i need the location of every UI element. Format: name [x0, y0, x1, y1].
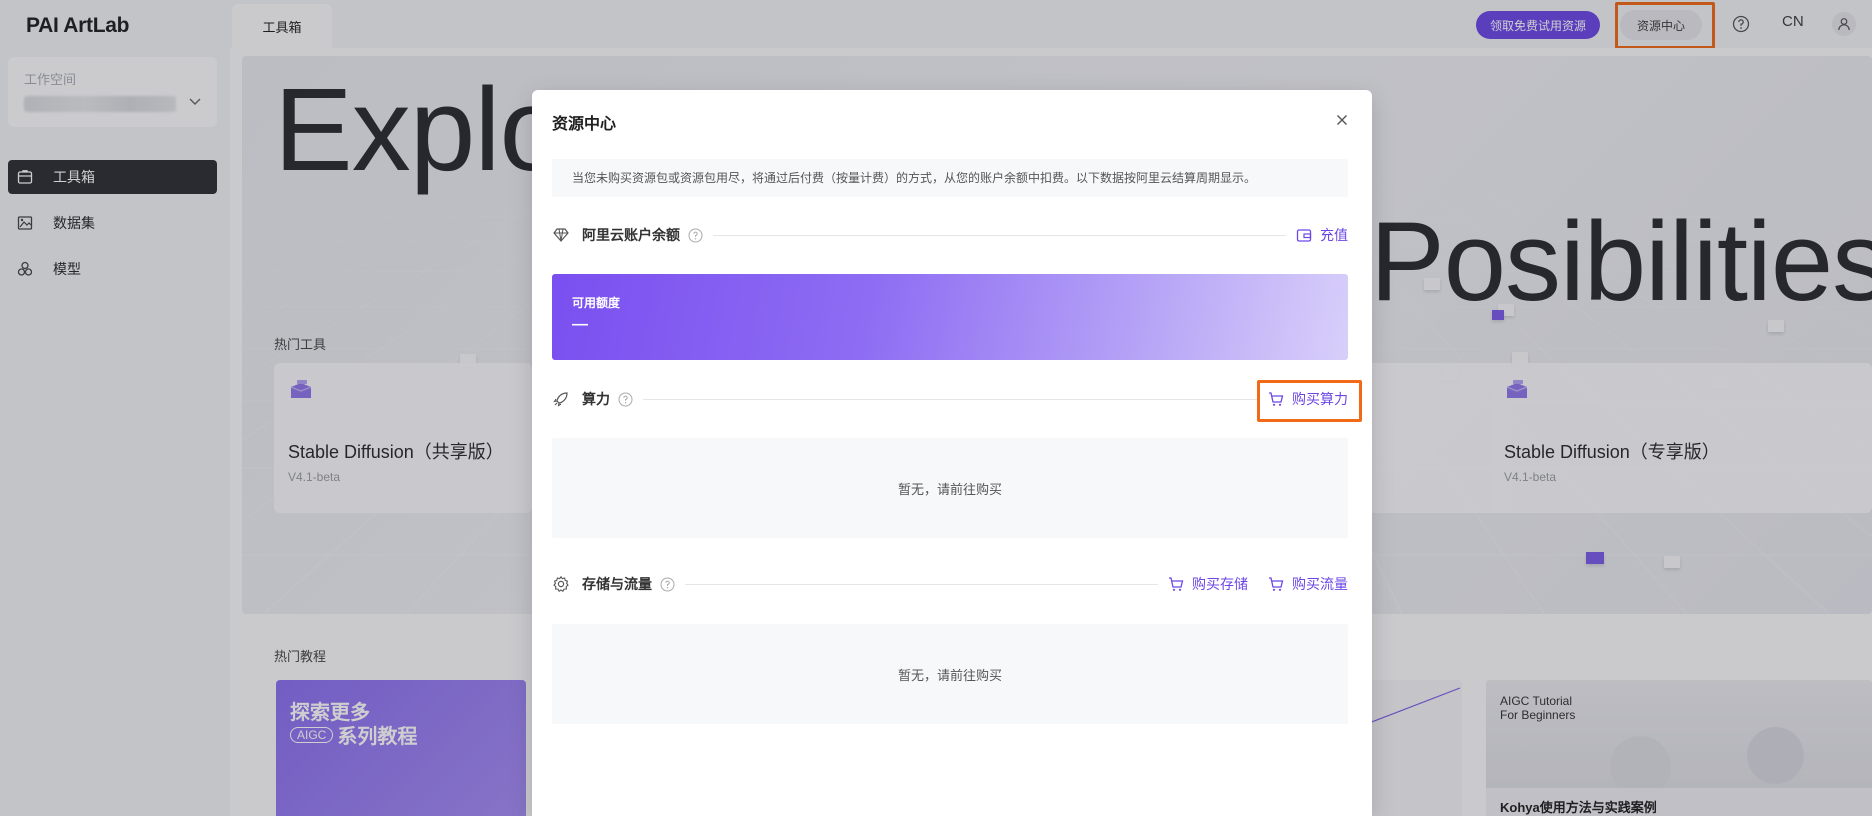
compute-empty-state: 暂无，请前往购买 [552, 438, 1348, 538]
compute-section-title: 算力 [582, 389, 610, 409]
question-icon[interactable] [618, 392, 633, 407]
diamond-icon [552, 226, 570, 244]
recharge-label: 充值 [1320, 225, 1348, 245]
wallet-icon [1296, 227, 1312, 243]
storage-empty-state: 暂无，请前往购买 [552, 624, 1348, 724]
compute-section-header: 算力 购买算力 [552, 387, 1348, 411]
divider [713, 235, 1286, 236]
buy-storage-label: 购买存储 [1192, 574, 1248, 594]
buy-traffic-link[interactable]: 购买流量 [1268, 574, 1348, 594]
balance-section-header: 阿里云账户余额 充值 [552, 223, 1348, 247]
recharge-link[interactable]: 充值 [1296, 225, 1348, 245]
question-icon[interactable] [660, 577, 675, 592]
modal-title: 资源中心 [552, 110, 616, 134]
resource-center-modal: 资源中心 当您未购买资源包或资源包用尽，将通过后付费（按量计费）的方式，从您的账… [532, 90, 1372, 816]
rocket-icon [552, 390, 570, 408]
available-balance-card: 可用额度 — [552, 274, 1348, 360]
divider [685, 584, 1158, 585]
buy-storage-link[interactable]: 购买存储 [1168, 574, 1248, 594]
available-balance-value: — [572, 316, 588, 334]
billing-notice: 当您未购买资源包或资源包用尽，将通过后付费（按量计费）的方式，从您的账户余额中扣… [552, 159, 1348, 197]
storage-section-header: 存储与流量 购买存储 购买流量 [552, 572, 1348, 596]
available-balance-label: 可用额度 [572, 294, 620, 311]
buy-compute-highlight [1257, 380, 1362, 422]
balance-section-title: 阿里云账户余额 [582, 225, 680, 245]
gear-icon [552, 575, 570, 593]
storage-section-title: 存储与流量 [582, 574, 652, 594]
cart-icon [1268, 576, 1284, 592]
cart-icon [1168, 576, 1184, 592]
divider [643, 399, 1258, 400]
buy-traffic-label: 购买流量 [1292, 574, 1348, 594]
question-icon[interactable] [688, 228, 703, 243]
close-icon[interactable] [1334, 112, 1350, 128]
